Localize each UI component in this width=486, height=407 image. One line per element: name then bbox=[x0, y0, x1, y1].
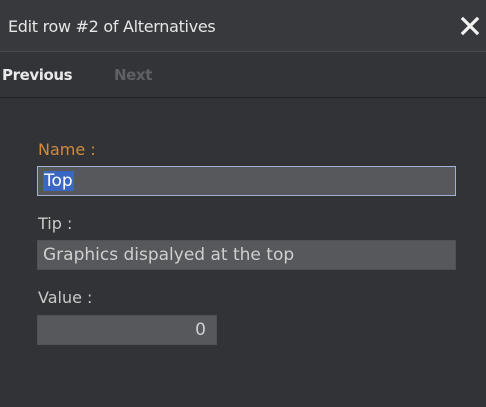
tip-input-value: Graphics dispalyed at the top bbox=[43, 245, 295, 265]
form-panel: Name : Top Tip : Graphics dispalyed at t… bbox=[0, 98, 486, 407]
close-icon bbox=[460, 16, 480, 36]
previous-button[interactable]: Previous bbox=[2, 66, 73, 84]
title-bar: Edit row #2 of Alternatives bbox=[0, 0, 486, 52]
name-input-value: Top bbox=[43, 171, 74, 191]
dialog-title: Edit row #2 of Alternatives bbox=[8, 17, 216, 36]
next-button[interactable]: Next bbox=[114, 66, 152, 84]
value-label: Value : bbox=[38, 288, 93, 307]
record-navigation: Previous Next bbox=[0, 52, 486, 98]
value-input[interactable]: 0 bbox=[37, 315, 217, 345]
tip-label: Tip : bbox=[38, 214, 73, 233]
value-input-value: 0 bbox=[195, 320, 206, 340]
name-input[interactable]: Top bbox=[37, 166, 456, 196]
edit-row-dialog: Edit row #2 of Alternatives Previous Nex… bbox=[0, 0, 486, 407]
close-button[interactable] bbox=[458, 14, 482, 38]
tip-input[interactable]: Graphics dispalyed at the top bbox=[37, 240, 456, 270]
name-label: Name : bbox=[38, 140, 96, 159]
